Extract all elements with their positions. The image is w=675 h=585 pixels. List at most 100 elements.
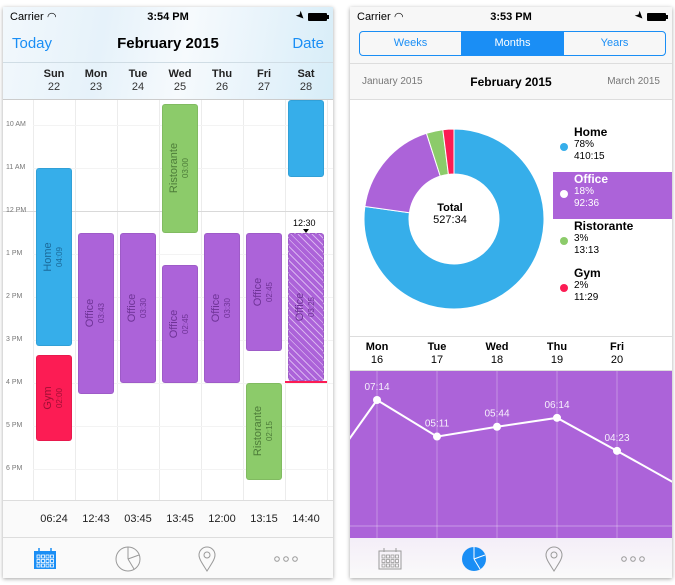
day-header-mon[interactable]: Mon 23	[75, 68, 117, 94]
grid-hour-line	[33, 469, 333, 470]
event-block-gym[interactable]: Gym 02:00	[36, 355, 72, 442]
month-navigator: January 2015 February 2015 March 2015	[350, 63, 672, 100]
event-block-office[interactable]: Office 02:45	[162, 264, 198, 383]
data-point[interactable]	[613, 446, 621, 455]
tab-location-pin[interactable]	[187, 546, 227, 572]
legend-name: Office	[574, 172, 609, 186]
week-calendar-grid[interactable]: 10 AM 11 AM 12 PM 1 PM 2 PM 3 PM 4 PM 5 PM 6 PM H…	[3, 100, 333, 500]
daily-line-chart[interactable]: 07:14 05:11 05:44 06:14 04:23	[350, 371, 672, 538]
donut-total-title: Total	[437, 202, 463, 214]
daily-total: 06:24	[40, 513, 68, 525]
current-time-line	[285, 380, 327, 383]
location-pin-icon	[198, 546, 216, 572]
daily-total: 13:45	[166, 513, 194, 525]
day-header-wed[interactable]: Wed 25	[159, 68, 201, 94]
week-day-tue[interactable]: Tue 17	[417, 341, 457, 367]
page-title: February 2015	[117, 35, 219, 52]
event-label: Office 03:43	[84, 299, 107, 328]
event-block-office[interactable]: Office 03:30	[204, 232, 240, 383]
event-name: Office	[294, 292, 306, 321]
tab-pie-chart[interactable]	[108, 546, 148, 572]
event-block-home[interactable]	[288, 100, 324, 177]
tab-calendar[interactable]	[25, 546, 65, 572]
week-day-thu[interactable]: Thu 19	[537, 341, 577, 367]
day-date: 16	[370, 354, 384, 366]
event-block-home[interactable]: Home 04:09	[36, 168, 72, 347]
event-duration: 02:15	[265, 421, 274, 442]
day-name: Sat	[297, 68, 315, 80]
status-time: 3:54 PM	[147, 11, 189, 23]
grid-column-divider	[327, 100, 328, 500]
tab-location-pin[interactable]	[534, 546, 574, 572]
day-header-thu[interactable]: Thu 26	[201, 68, 243, 94]
data-point[interactable]	[433, 432, 441, 441]
tab-more[interactable]	[613, 546, 653, 572]
tab-more[interactable]	[266, 546, 306, 572]
day-header-sun[interactable]: Sun 22	[33, 68, 75, 94]
grid-column-divider	[201, 100, 202, 500]
legend-item-ristorante[interactable]: Ristorante 3% 13:13	[553, 219, 672, 266]
legend-item-office[interactable]: Office 18% 92:36	[553, 172, 672, 219]
grid-hour-line	[33, 426, 333, 427]
event-block-office[interactable]: Office 03:30	[120, 232, 156, 383]
tab-bar	[3, 538, 333, 578]
event-name: Office	[210, 293, 222, 323]
event-block-office[interactable]: Office 03:25	[288, 232, 324, 381]
hour-label: 12 PM	[6, 207, 27, 214]
day-name: Fri	[609, 341, 625, 353]
day-date: 19	[550, 354, 564, 366]
hour-label: 10 AM	[6, 121, 26, 128]
day-header-tue[interactable]: Tue 24	[117, 68, 159, 94]
event-label: Office 03:30	[210, 293, 233, 323]
day-name: Tue	[427, 341, 447, 353]
event-duration: 02:00	[55, 388, 64, 409]
data-point[interactable]	[373, 395, 381, 404]
day-date: 17	[430, 354, 444, 366]
legend-item-gym[interactable]: Gym 2% 11:29	[553, 266, 672, 313]
event-block-ristorante[interactable]: Ristorante 02:15	[246, 383, 282, 480]
daily-total: 03:45	[124, 513, 152, 525]
day-date: 27	[257, 81, 271, 93]
week-day-mon[interactable]: Mon 16	[357, 341, 397, 367]
data-point[interactable]	[493, 422, 501, 431]
day-date: 28	[299, 81, 313, 93]
day-header-sat[interactable]: Sat 28	[285, 68, 327, 94]
segment-months[interactable]: Months	[462, 32, 564, 55]
next-month-button[interactable]: March 2015	[607, 76, 660, 87]
hour-label: 11 AM	[6, 164, 26, 171]
hour-label: 6 PM	[6, 465, 23, 472]
pie-chart-icon	[115, 546, 141, 572]
location-pin-icon	[545, 546, 563, 572]
donut-slice-office[interactable]	[364, 132, 441, 214]
tab-pie-chart[interactable]	[454, 546, 494, 572]
more-icon	[620, 555, 646, 563]
chart-legend: Home 78% 410:15 Office 18% 92:36 Ristorante 3% 1…	[553, 125, 672, 313]
week-day-wed[interactable]: Wed 18	[477, 341, 517, 367]
event-block-office[interactable]: Office 03:43	[78, 232, 114, 394]
legend-percent: 18%	[574, 186, 595, 197]
segment-years[interactable]: Years	[564, 32, 665, 55]
week-day-fri[interactable]: Fri 20	[597, 341, 637, 367]
legend-item-home[interactable]: Home 78% 410:15	[553, 125, 672, 172]
data-label: 07:14	[364, 382, 389, 393]
segment-weeks[interactable]: Weeks	[360, 32, 462, 55]
calendar-icon	[33, 548, 57, 570]
day-header-fri[interactable]: Fri 27	[243, 68, 285, 94]
legend-percent: 78%	[574, 139, 595, 150]
date-button[interactable]: Date	[292, 35, 324, 52]
legend-duration: 410:15	[574, 151, 605, 162]
navigation-bar: Today February 2015 Date	[3, 29, 333, 62]
event-name: Ristorante	[252, 406, 264, 457]
event-block-ristorante[interactable]: Ristorante 03:00	[162, 103, 198, 233]
battery-icon	[308, 13, 329, 21]
hour-label: 3 PM	[6, 336, 23, 343]
event-label: Office 02:45	[168, 310, 191, 339]
event-label: Gym 02:00	[42, 386, 65, 409]
battery-icon	[647, 13, 668, 21]
grid-column-divider	[33, 100, 34, 500]
tab-calendar[interactable]	[370, 546, 410, 572]
data-point[interactable]	[553, 413, 561, 422]
legend-duration: 13:13	[574, 245, 600, 256]
legend-duration: 11:29	[574, 292, 599, 303]
event-block-office[interactable]: Office 02:45	[246, 232, 282, 351]
